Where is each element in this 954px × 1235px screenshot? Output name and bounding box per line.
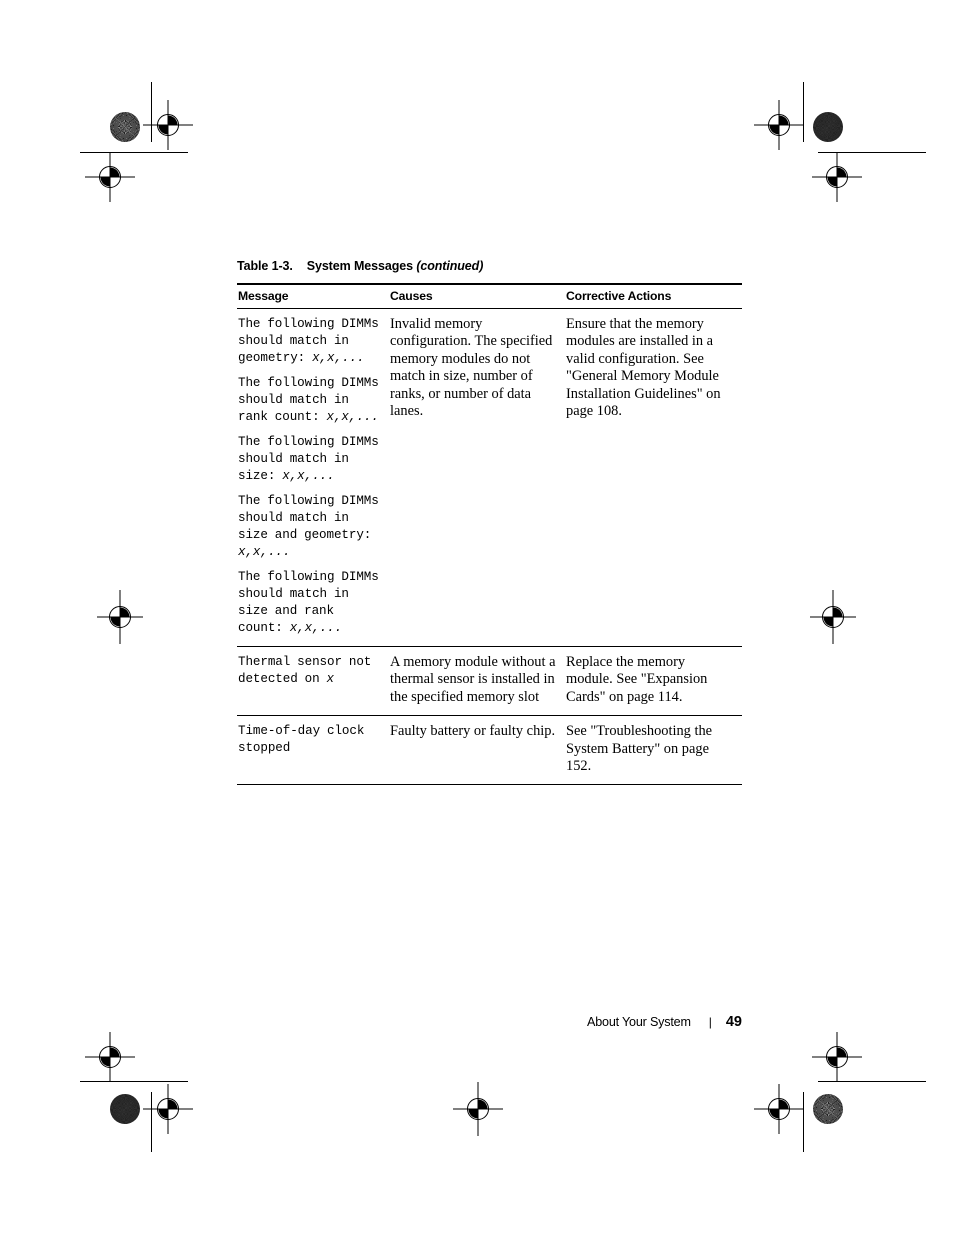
table-caption: Table 1-3. System Messages (continued)	[237, 259, 483, 273]
cell-cause: Invalid memory configuration. The specif…	[389, 308, 565, 647]
page-footer: About Your System | 49	[0, 1014, 954, 1030]
page-number: 49	[725, 1014, 742, 1030]
message-block: Thermal sensor not detected on x	[238, 654, 380, 688]
message-code: Time-of-day clock stopped	[238, 724, 365, 756]
cell-corrective-action: Ensure that the memory modules are insta…	[565, 308, 742, 647]
message-block: The following DIMMs should match in size…	[238, 493, 380, 561]
table-body: The following DIMMs should match in geom…	[237, 308, 742, 786]
cell-corrective-action: Replace the memory module. See "Expansio…	[565, 646, 742, 717]
column-header-message: Message	[237, 283, 389, 309]
message-variable: x,x,...	[238, 545, 291, 559]
table-header-row: Message Causes Corrective Actions	[237, 283, 742, 309]
message-variable: x	[326, 672, 335, 686]
message-block: The following DIMMs should match in size…	[238, 569, 380, 637]
cell-message: The following DIMMs should match in geom…	[237, 308, 389, 647]
document-page: Table 1-3. System Messages (continued) Me…	[0, 0, 954, 1235]
message-variable: x,x,...	[289, 621, 342, 635]
table-row: The following DIMMs should match in geom…	[237, 308, 742, 647]
footer-separator: |	[708, 1015, 712, 1029]
table-row: Thermal sensor not detected on x A memor…	[237, 646, 742, 717]
table-number: Table 1-3.	[237, 259, 293, 273]
message-code: The following DIMMs should match in size…	[238, 494, 379, 542]
table-name: System Messages	[306, 259, 413, 273]
message-block: The following DIMMs should match in rank…	[238, 375, 380, 426]
system-messages-table: Message Causes Corrective Actions The fo…	[237, 283, 742, 786]
footer-section-title: About Your System	[587, 1015, 691, 1029]
message-variable: x,x,...	[326, 410, 379, 424]
message-variable: x,x,...	[282, 469, 335, 483]
column-header-corrective-actions: Corrective Actions	[565, 283, 742, 309]
cell-message: Thermal sensor not detected on x	[237, 646, 389, 717]
cell-cause: Faulty battery or faulty chip.	[389, 715, 565, 786]
table-row: Time-of-day clock stopped Faulty battery…	[237, 715, 742, 786]
system-messages-table-wrapper: Message Causes Corrective Actions The fo…	[237, 283, 742, 786]
message-block: The following DIMMs should match in size…	[238, 434, 380, 485]
cell-message: Time-of-day clock stopped	[237, 715, 389, 786]
table-continued-label: (continued)	[416, 259, 484, 273]
column-header-causes: Causes	[389, 283, 565, 309]
message-variable: x,x,...	[312, 351, 365, 365]
message-block: Time-of-day clock stopped	[238, 723, 380, 757]
cell-corrective-action: See "Troubleshooting the System Battery"…	[565, 715, 742, 786]
message-block: The following DIMMs should match in geom…	[238, 316, 380, 367]
table-header: Message Causes Corrective Actions	[237, 283, 742, 309]
message-code: Thermal sensor not detected on	[238, 655, 372, 686]
cell-cause: A memory module without a thermal sensor…	[389, 646, 565, 717]
